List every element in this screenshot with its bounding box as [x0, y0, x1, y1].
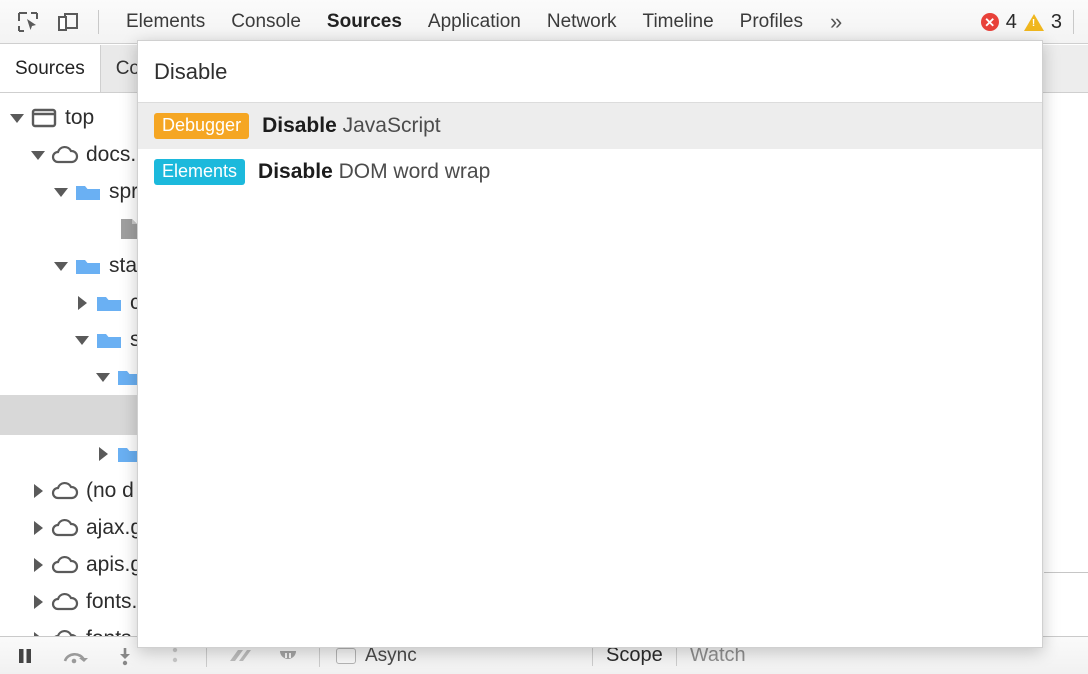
command-results-list: Debugger Disable JavaScript Elements Dis…: [138, 103, 1042, 647]
cloud-icon: [51, 553, 79, 577]
tree-item-label: ajax.g: [86, 516, 142, 540]
cloud-icon: [51, 627, 79, 637]
pause-icon[interactable]: [0, 637, 50, 674]
no-chevron-spacer: [96, 408, 110, 422]
tab-console[interactable]: Console: [218, 0, 314, 44]
tab-application[interactable]: Application: [415, 0, 534, 44]
no-chevron-spacer: [95, 222, 109, 236]
chevron-down-icon[interactable]: [75, 333, 89, 347]
tab-sources[interactable]: Sources: [314, 0, 415, 44]
cloud-icon: [51, 143, 79, 167]
command-item-disable-javascript[interactable]: Debugger Disable JavaScript: [138, 103, 1042, 149]
inspect-cursor-icon[interactable]: [8, 0, 48, 44]
toolbar-divider: [98, 10, 99, 34]
folder-icon: [74, 180, 102, 204]
frame-icon: [30, 106, 58, 130]
navigator-tab-sources[interactable]: Sources: [0, 45, 101, 92]
tree-item-label: sta: [109, 254, 137, 278]
devtools-toolbar: Elements Console Sources Application Net…: [0, 0, 1088, 44]
folder-icon: [95, 291, 123, 315]
chevron-down-icon[interactable]: [10, 111, 24, 125]
checkbox-box[interactable]: [336, 648, 356, 664]
tree-item-label: spr: [109, 180, 138, 204]
folder-icon: [95, 328, 123, 352]
cloud-icon: [51, 590, 79, 614]
command-item-label: Disable JavaScript: [262, 114, 441, 138]
chevron-down-icon[interactable]: [54, 185, 68, 199]
command-menu-dialog: Debugger Disable JavaScript Elements Dis…: [137, 40, 1043, 648]
tree-item-label: docs.: [86, 143, 136, 167]
devtools-window: Elements Console Sources Application Net…: [0, 0, 1088, 674]
chevron-right-icon[interactable]: [96, 447, 110, 461]
counters-divider: [1073, 10, 1074, 34]
panel-tabs: Elements Console Sources Application Net…: [113, 0, 856, 44]
panel-split-divider[interactable]: [1044, 572, 1088, 573]
command-category-badge: Debugger: [154, 113, 249, 139]
issue-counters[interactable]: ✕ 4 3: [981, 0, 1074, 44]
cloud-icon: [51, 479, 79, 503]
cloud-icon: [51, 516, 79, 540]
chevron-down-icon[interactable]: [54, 259, 68, 273]
more-tabs-chevron-icon[interactable]: »: [816, 0, 856, 44]
tree-item-label: fonts.: [86, 627, 137, 637]
tab-network[interactable]: Network: [534, 0, 630, 44]
tab-profiles[interactable]: Profiles: [727, 0, 816, 44]
command-item-match: Disable: [262, 114, 337, 137]
tab-timeline[interactable]: Timeline: [630, 0, 727, 44]
command-item-label: Disable DOM word wrap: [258, 160, 490, 184]
device-toolbar-icon[interactable]: [48, 0, 88, 44]
command-item-rest: DOM word wrap: [333, 160, 491, 183]
folder-icon: [74, 254, 102, 278]
command-item-match: Disable: [258, 160, 333, 183]
chevron-right-icon[interactable]: [31, 595, 45, 609]
tree-item-label: fonts.: [86, 590, 137, 614]
command-item-disable-dom-word-wrap[interactable]: Elements Disable DOM word wrap: [138, 149, 1042, 195]
tab-elements[interactable]: Elements: [113, 0, 218, 44]
command-category-badge: Elements: [154, 159, 245, 185]
chevron-right-icon[interactable]: [75, 296, 89, 310]
warning-count: 3: [1051, 11, 1062, 34]
tree-item-label: (no d: [86, 479, 134, 503]
chevron-down-icon[interactable]: [31, 148, 45, 162]
chevron-down-icon[interactable]: [96, 370, 110, 384]
warning-icon: [1024, 14, 1044, 31]
error-icon: ✕: [981, 13, 999, 31]
chevron-right-icon[interactable]: [31, 558, 45, 572]
command-search-input[interactable]: [138, 41, 1042, 102]
command-item-rest: JavaScript: [337, 114, 441, 137]
chevron-right-icon[interactable]: [31, 484, 45, 498]
tree-item-label: apis.g: [86, 553, 142, 577]
chevron-right-icon[interactable]: [31, 521, 45, 535]
command-input-row: [138, 41, 1042, 103]
step-over-icon[interactable]: [50, 637, 100, 674]
error-count: 4: [1006, 11, 1017, 34]
tree-item-label: top: [65, 106, 94, 130]
